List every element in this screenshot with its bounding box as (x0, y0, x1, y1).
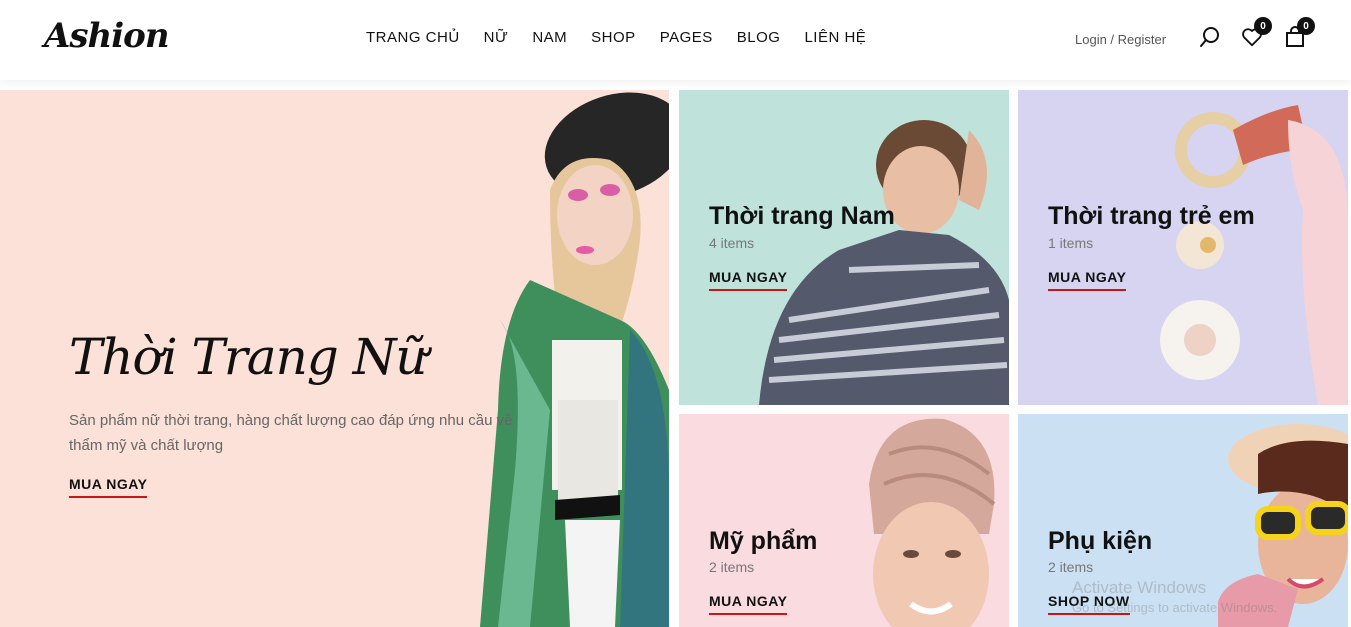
wishlist-count-badge: 0 (1254, 17, 1272, 35)
wishlist-button[interactable]: 0 (1241, 17, 1272, 48)
category-title-cosmetics: Mỹ phẩm (709, 527, 818, 555)
nav-item-women[interactable]: NỮ (484, 29, 509, 46)
category-count-men: 4 items (709, 235, 755, 251)
nav-item-contact[interactable]: LIÊN HỆ (804, 29, 866, 46)
nav-item-men[interactable]: NAM (532, 29, 567, 46)
hero-description: Sản phẩm nữ thời trang, hàng chất lượng … (69, 412, 513, 454)
register-link[interactable]: Register (1118, 32, 1166, 47)
category-tile-kids: Thời trang trẻ em 1 items MUA NGAY (1018, 90, 1348, 405)
men-model-image (759, 120, 1009, 405)
category-count-cosmetics: 2 items (709, 559, 755, 575)
main-nav: TRANG CHỦ NỮ NAM SHOP PAGES BLOG LIÊN HỆ (366, 29, 890, 46)
kids-products-image (1160, 105, 1348, 405)
nav-item-home[interactable]: TRANG CHỦ (366, 29, 460, 46)
activate-windows-title: Activate Windows (1072, 578, 1207, 597)
search-icon[interactable] (1199, 26, 1221, 48)
nav-item-shop[interactable]: SHOP (591, 29, 636, 46)
category-count-accessories: 2 items (1048, 559, 1094, 575)
category-shop-link-kids[interactable]: MUA NGAY (1048, 269, 1127, 291)
site-header: Ashion TRANG CHỦ NỮ NAM SHOP PAGES BLOG … (0, 0, 1351, 80)
brand-logo[interactable]: Ashion (44, 16, 170, 56)
category-title-men: Thời trang Nam (709, 202, 895, 230)
login-link[interactable]: Login (1075, 32, 1107, 47)
hero-title: Thời Trang Nữ (69, 328, 428, 386)
activate-windows-hint: Go to Settings to activate Windows. (1072, 600, 1278, 615)
category-shop-link-men[interactable]: MUA NGAY (709, 269, 788, 291)
cosmetics-model-image (869, 418, 996, 627)
category-title-kids: Thời trang trẻ em (1048, 202, 1255, 230)
cart-count-badge: 0 (1297, 17, 1315, 35)
category-tile-men: Thời trang Nam 4 items MUA NGAY (679, 90, 1009, 405)
nav-item-blog[interactable]: BLOG (737, 29, 781, 46)
category-tile-cosmetics: Mỹ phẩm 2 items MUA NGAY (679, 414, 1009, 627)
auth-separator: / (1106, 32, 1118, 47)
account-links: Login / Register (1075, 32, 1166, 47)
nav-item-pages[interactable]: PAGES (660, 29, 713, 46)
category-count-kids: 1 items (1048, 235, 1094, 251)
hero-shop-now-link[interactable]: MUA NGAY (69, 476, 148, 498)
category-shop-link-cosmetics[interactable]: MUA NGAY (709, 593, 788, 615)
cart-button[interactable]: 0 (1284, 17, 1315, 48)
accessories-model-image (1218, 424, 1348, 627)
category-title-accessories: Phụ kiện (1048, 527, 1153, 555)
hero-banner-women: Thời Trang Nữ Sản phẩm nữ thời trang, hà… (0, 90, 669, 627)
hero-model-image (480, 92, 669, 627)
